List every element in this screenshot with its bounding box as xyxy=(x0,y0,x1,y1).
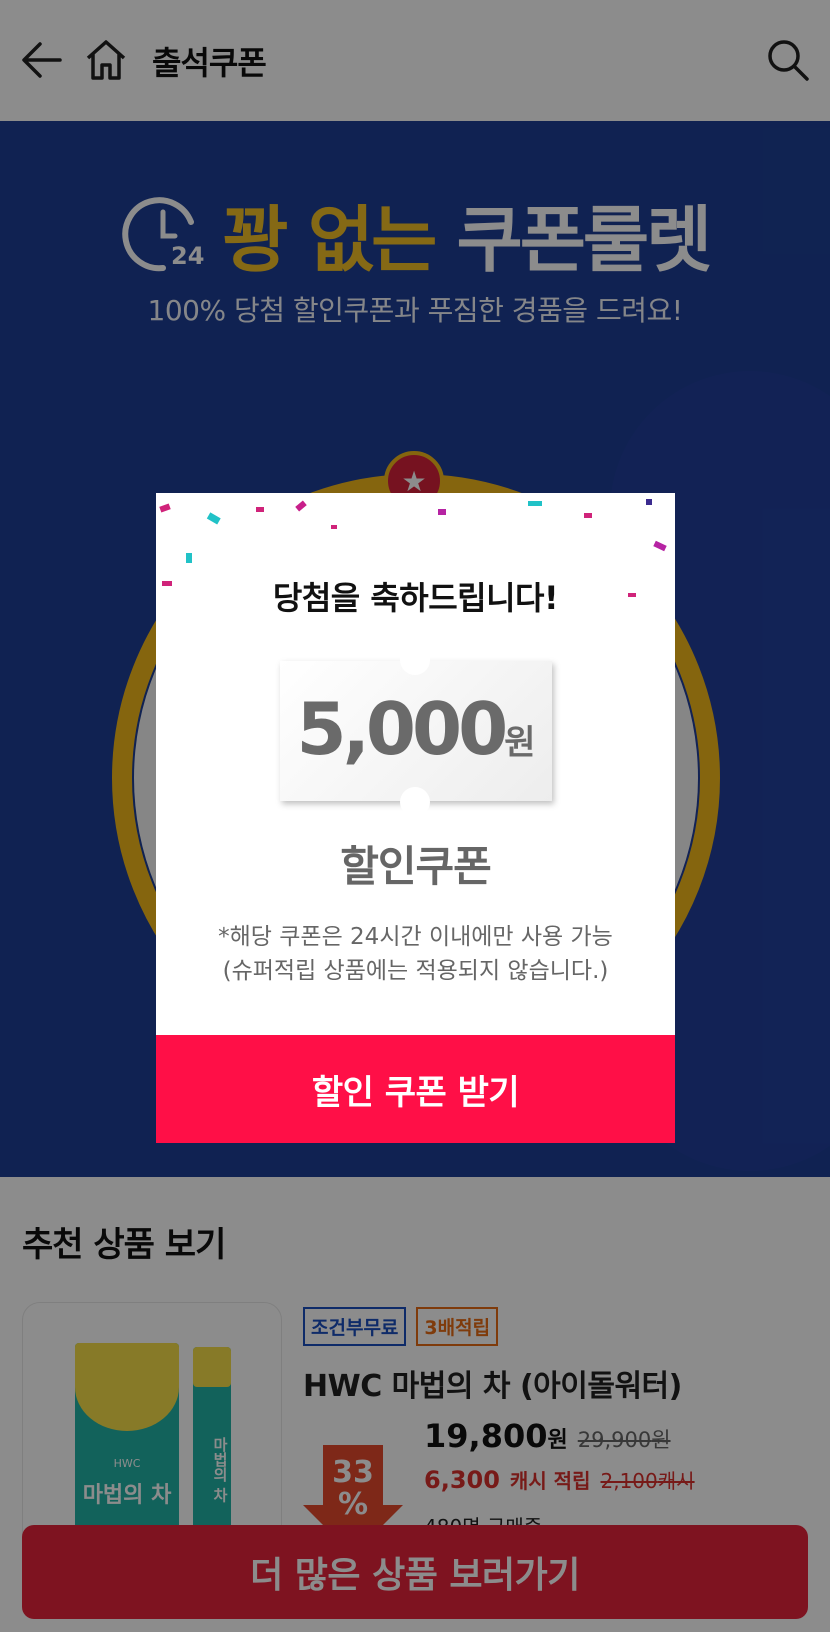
coupon-notice-line2: (슈퍼적립 상품에는 적용되지 않습니다.) xyxy=(222,958,609,984)
modal-title: 당첨을 축하드립니다! xyxy=(272,579,559,617)
coupon-label: 할인쿠폰 xyxy=(340,842,492,891)
coupon-notice-line1: *해당 쿠폰은 24시간 이내에만 사용 가능 xyxy=(218,924,613,950)
get-coupon-button[interactable]: 할인 쿠폰 받기 xyxy=(156,1035,675,1143)
prize-modal: 당첨을 축하드립니다! 5,000원 할인쿠폰 *해당 쿠폰은 24시간 이내에… xyxy=(156,493,675,1143)
coupon-amount: 5,000 xyxy=(296,687,508,771)
coupon-ticket: 5,000원 xyxy=(280,645,552,817)
coupon-unit: 원 xyxy=(504,723,536,763)
